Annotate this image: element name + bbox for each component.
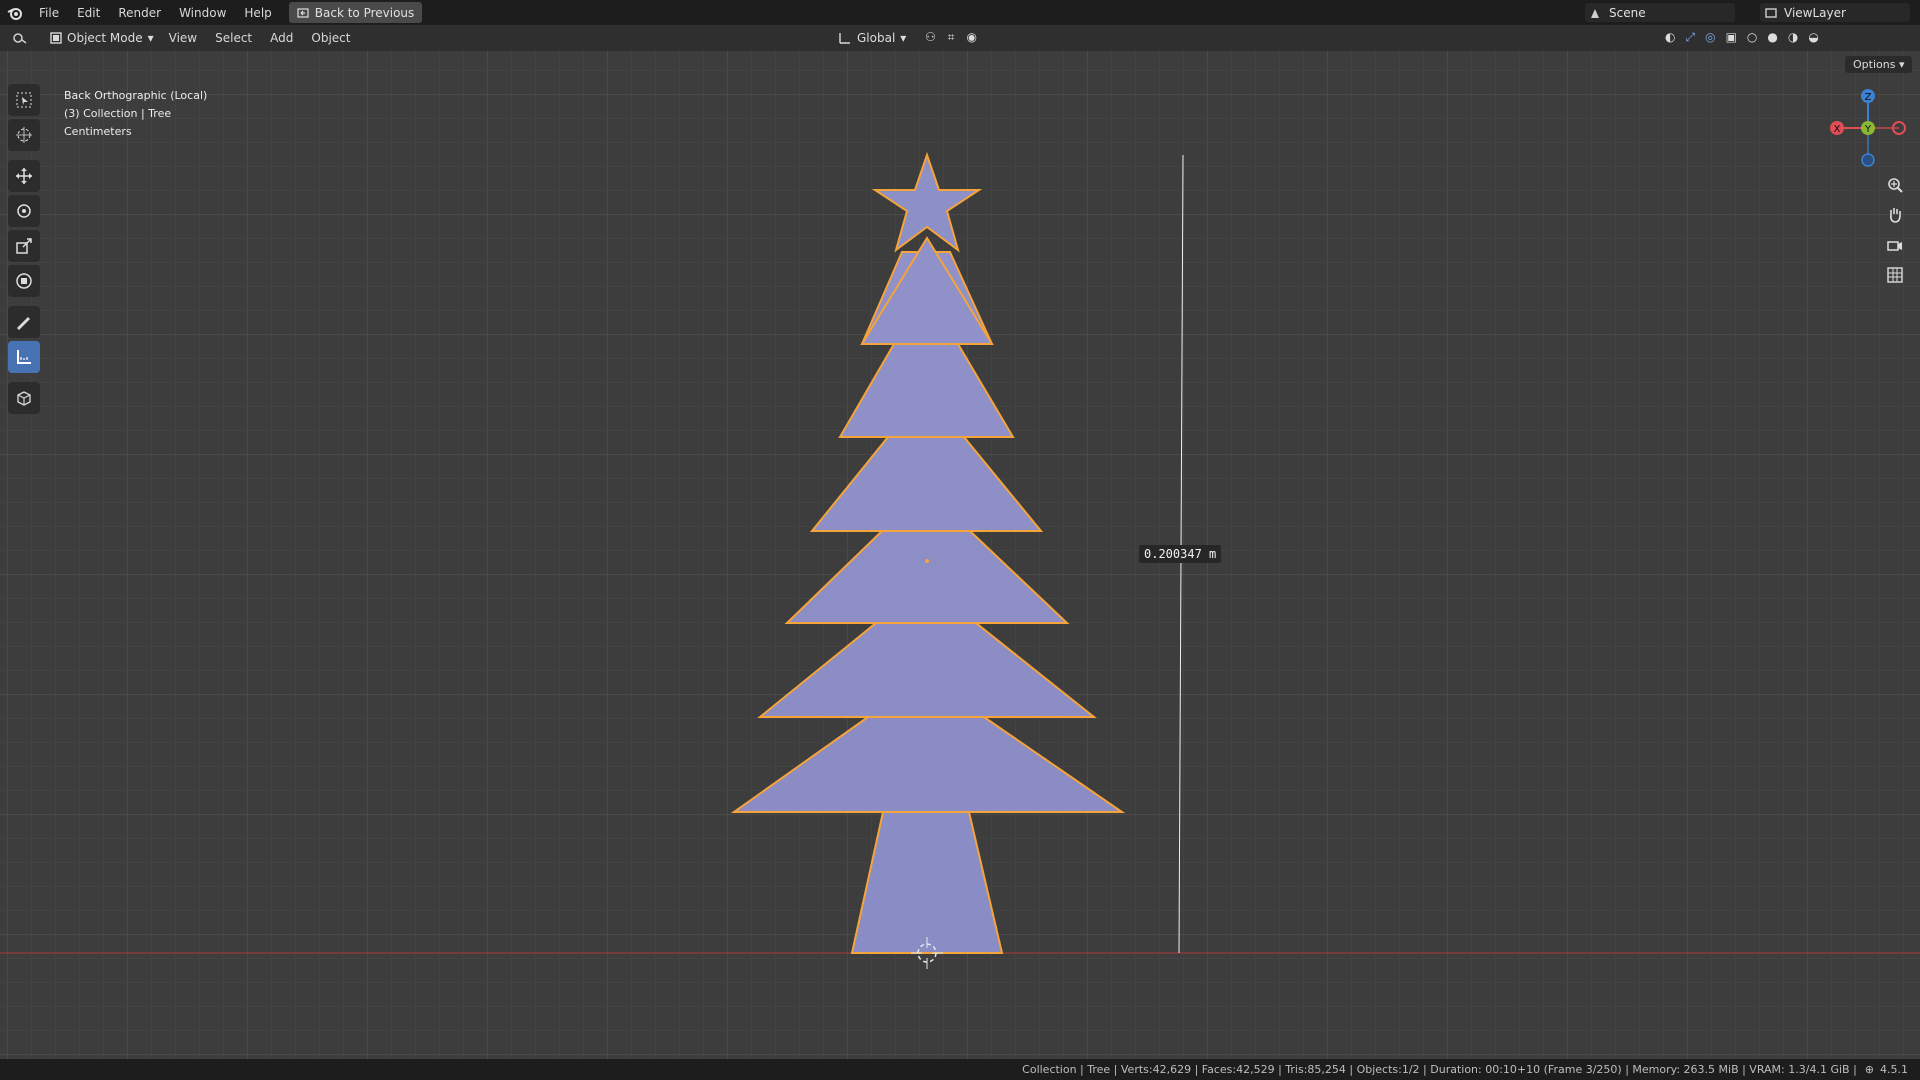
units-text: Centimeters xyxy=(64,125,132,138)
viewport-header: Object Mode ▾ View Select Add Object Glo… xyxy=(0,25,1920,51)
transform-tool[interactable] xyxy=(8,265,40,297)
add-cube-icon xyxy=(17,391,31,406)
scale-icon xyxy=(16,238,32,254)
rotate-tool[interactable] xyxy=(8,195,40,227)
z-axis-label: Z xyxy=(1865,92,1872,103)
back-icon xyxy=(297,7,309,18)
overlay-toggle-icon[interactable]: ◎ xyxy=(1705,30,1715,45)
tool-shelf xyxy=(8,84,46,417)
version-label: 4.5.1 xyxy=(1880,1063,1908,1076)
xray-icon[interactable]: ▣ xyxy=(1726,30,1737,45)
options-button[interactable]: Options ▾ xyxy=(1845,56,1913,73)
options-label: Options xyxy=(1853,58,1896,71)
zoom-icon xyxy=(1888,178,1903,193)
snapping-controls: ⚇ ⌗ ◉ xyxy=(925,30,977,45)
x-axis-label: X xyxy=(1834,124,1841,135)
tree-object xyxy=(730,151,1126,954)
add-cube-tool[interactable] xyxy=(8,382,40,414)
orientation-icon xyxy=(839,33,850,44)
snap-icon[interactable]: ⌗ xyxy=(948,30,955,45)
annotate-tool[interactable] xyxy=(8,306,40,338)
chevron-down-icon: ▾ xyxy=(147,31,154,45)
scene-selector[interactable]: Scene xyxy=(1585,3,1735,22)
header-menu-view[interactable]: View xyxy=(160,31,206,45)
orientation-label: Global xyxy=(857,31,896,45)
view-layer-name: ViewLayer xyxy=(1784,5,1846,20)
scale-tool[interactable] xyxy=(8,230,40,262)
measurement-label: 0.200347 m xyxy=(1139,545,1222,563)
menu-edit[interactable]: Edit xyxy=(68,6,109,20)
ortho-toggle-button[interactable] xyxy=(1880,260,1910,290)
rotate-icon xyxy=(17,204,31,218)
view-layer-icon xyxy=(1765,7,1777,18)
measure-icon xyxy=(17,350,31,364)
neg-z-axis-handle xyxy=(1861,153,1875,167)
visibility-icon[interactable]: ◐ xyxy=(1665,30,1675,45)
network-icon: ⊕ xyxy=(1864,1063,1874,1076)
wireframe-shading-icon[interactable]: ○ xyxy=(1747,30,1757,45)
solid-shading-icon[interactable]: ● xyxy=(1767,30,1777,45)
menu-file[interactable]: File xyxy=(30,6,68,20)
hand-icon xyxy=(1890,208,1901,223)
scene-icon xyxy=(1591,8,1599,18)
grid-icon xyxy=(1887,267,1903,283)
back-to-previous-label: Back to Previous xyxy=(314,5,415,20)
object-mode-label: Object Mode xyxy=(67,31,143,45)
status-stats: Collection | Tree | Verts:42,629 | Faces… xyxy=(1022,1063,1857,1076)
move-icon xyxy=(16,168,32,184)
menu-help[interactable]: Help xyxy=(235,6,280,20)
menu-window[interactable]: Window xyxy=(170,6,235,20)
collection-text: (3) Collection | Tree xyxy=(64,107,172,120)
select-box-icon xyxy=(16,92,32,108)
camera-icon xyxy=(1887,241,1902,251)
editor-type-icon[interactable] xyxy=(0,31,40,45)
scene-name: Scene xyxy=(1609,5,1646,20)
gizmo-toggle-icon[interactable]: ⤢ xyxy=(1685,30,1695,45)
view-name-text: Back Orthographic (Local) xyxy=(64,89,208,102)
viewport-info-overlay: Back Orthographic (Local) (3) Collection… xyxy=(64,87,207,141)
zoom-button[interactable] xyxy=(1880,170,1910,200)
scene-canvas xyxy=(0,151,1920,969)
transform-orientation-select[interactable]: Global ▾ xyxy=(838,28,906,48)
pan-button[interactable] xyxy=(1880,200,1910,230)
chevron-down-icon: ▾ xyxy=(900,31,907,45)
navigation-gizmo[interactable]: Z X Y xyxy=(1825,84,1915,174)
y-axis-label: Y xyxy=(1864,124,1872,135)
object-mode-icon xyxy=(50,32,62,44)
header-menu-select[interactable]: Select xyxy=(206,31,261,45)
camera-view-button[interactable] xyxy=(1880,230,1910,260)
viewport-nav-buttons xyxy=(1880,170,1914,290)
pivot-icon[interactable]: ⚇ xyxy=(925,30,936,45)
cursor-tool[interactable] xyxy=(8,119,40,151)
measure-tool[interactable] xyxy=(8,341,40,373)
move-tool[interactable] xyxy=(8,160,40,192)
header-menu-object[interactable]: Object xyxy=(302,31,359,45)
proportional-edit-icon[interactable]: ◉ xyxy=(967,30,977,45)
cursor-icon xyxy=(16,127,32,143)
blender-logo-icon[interactable] xyxy=(0,6,30,20)
status-bar: Collection | Tree | Verts:42,629 | Faces… xyxy=(0,1059,1920,1080)
back-to-previous-button[interactable]: Back to Previous xyxy=(288,2,423,23)
annotate-icon xyxy=(17,317,30,330)
3d-viewport[interactable] xyxy=(0,51,1920,1059)
rendered-shading-icon[interactable]: ◒ xyxy=(1808,30,1818,45)
header-menu-add[interactable]: Add xyxy=(261,31,302,45)
viewport-shading-controls: ◐ ⤢ ◎ ▣ ○ ● ◑ ◒ xyxy=(1665,30,1819,45)
select-box-tool[interactable] xyxy=(8,84,40,116)
object-mode-select[interactable]: Object Mode ▾ xyxy=(44,28,160,48)
material-shading-icon[interactable]: ◑ xyxy=(1788,30,1798,45)
view-layer-selector[interactable]: ViewLayer xyxy=(1760,3,1910,22)
menu-render[interactable]: Render xyxy=(109,6,170,20)
top-menu-bar: File Edit Render Window Help Back to Pre… xyxy=(0,0,1920,25)
transform-icon xyxy=(16,273,32,289)
